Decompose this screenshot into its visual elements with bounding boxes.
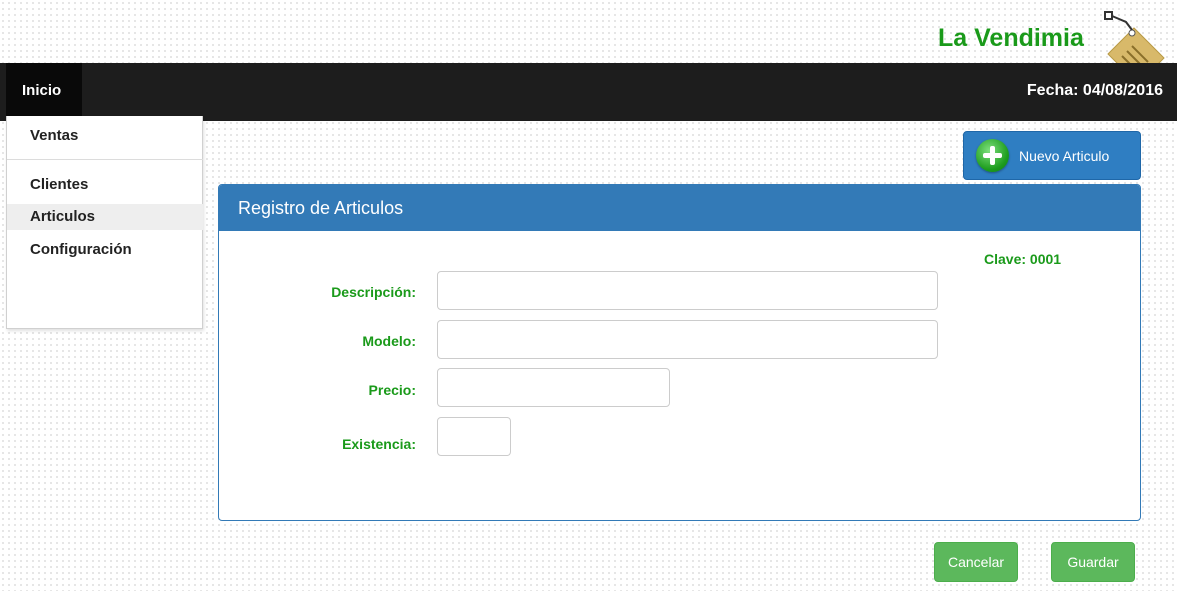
descripcion-input[interactable] — [437, 271, 938, 310]
precio-label: Precio: — [368, 382, 416, 398]
menu-item-clientes[interactable]: Clientes — [7, 172, 203, 198]
cancel-button[interactable]: Cancelar — [934, 542, 1018, 582]
panel-title: Registro de Articulos — [219, 185, 1140, 231]
menu-item-configuracion[interactable]: Configuración — [7, 237, 203, 263]
new-article-button[interactable]: Nuevo Articulo — [963, 131, 1141, 180]
descripcion-label: Descripción: — [331, 284, 416, 300]
save-button[interactable]: Guardar — [1051, 542, 1135, 582]
existencia-label: Existencia: — [342, 436, 416, 452]
menu-item-ventas[interactable]: Ventas — [7, 123, 203, 149]
nav-tab-inicio[interactable]: Inicio — [6, 63, 82, 121]
existencia-input[interactable] — [437, 417, 511, 456]
brand-title: La Vendimia — [938, 24, 1084, 52]
article-form-panel: Registro de Articulos Clave: 0001 Descri… — [218, 184, 1141, 521]
precio-input[interactable] — [437, 368, 670, 407]
plus-circle-icon — [976, 139, 1009, 172]
menu-divider — [7, 159, 203, 160]
top-navbar: Inicio Fecha: 04/08/2016 — [0, 63, 1177, 121]
new-article-label: Nuevo Articulo — [1019, 148, 1110, 164]
dropdown-menu: Ventas Clientes Articulos Configuración — [6, 116, 203, 329]
clave-label: Clave: 0001 — [984, 251, 1062, 267]
menu-item-articulos[interactable]: Articulos — [7, 204, 203, 230]
modelo-input[interactable] — [437, 320, 938, 359]
current-date: Fecha: 04/08/2016 — [1026, 82, 1163, 99]
modelo-label: Modelo: — [362, 333, 416, 349]
